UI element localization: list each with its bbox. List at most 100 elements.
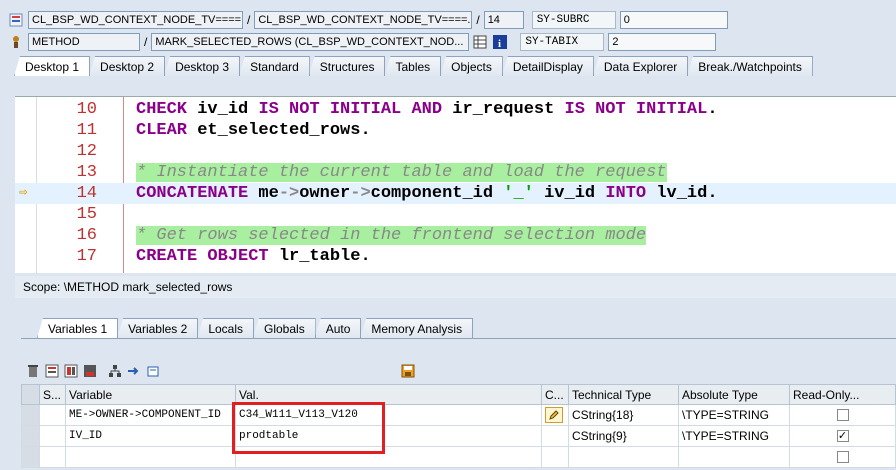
code-line[interactable]: 11 CLEAR et_selected_rows. [15, 120, 896, 141]
code-token: component_id [370, 184, 504, 203]
code-token: et_selected_rows. [197, 121, 371, 140]
line-field[interactable]: 14 [483, 11, 524, 29]
line-number: 14 [76, 184, 97, 203]
corner-cell [21, 384, 40, 405]
read-only-cell: ✓ [789, 425, 896, 447]
read-only-cell [789, 404, 896, 426]
table-row[interactable]: ME->OWNER->COMPONENT_ID C34_W111_V113_V1… [21, 404, 896, 426]
variable-cell[interactable]: ME->OWNER->COMPONENT_ID [65, 404, 236, 426]
line-number: 13 [76, 163, 97, 182]
header-technical-type[interactable]: Technical Type [568, 384, 679, 405]
class-field-2[interactable]: CL_BSP_WD_CONTEXT_NODE_TV====... [254, 11, 473, 29]
code-editor[interactable]: 10 CHECK iv_id IS NOT INITIAL AND ir_requ… [15, 96, 896, 273]
code-line[interactable]: ⇨ 14 CONCATENATE me->owner->component_id '… [15, 183, 896, 204]
code-token: lr_table. [278, 247, 371, 266]
navigate-icon[interactable] [126, 363, 142, 379]
table-row[interactable] [21, 446, 896, 468]
absolute-type-cell: \TYPE=STRING [678, 425, 790, 447]
code-token: * Instantiate the current table and load… [136, 163, 667, 182]
header-read-only[interactable]: Read-Only... [789, 384, 896, 405]
code-token: -> [278, 184, 300, 203]
read-only-checkbox[interactable] [836, 451, 849, 463]
code-token: * Get rows selected in the frontend sele… [136, 226, 647, 245]
read-only-checkbox[interactable] [836, 409, 849, 421]
svg-text:i: i [498, 38, 501, 49]
variable-cell[interactable]: IV_ID [65, 425, 236, 447]
code-line[interactable]: 12 [15, 141, 896, 162]
sysvar-value: 0 [619, 11, 728, 29]
tab-auto[interactable]: Auto [314, 318, 362, 338]
tab-breakpoints[interactable]: Break./Watchpoints [687, 56, 813, 76]
tab-objects[interactable]: Objects [440, 56, 503, 76]
save-variables-icon[interactable] [82, 363, 98, 379]
tab-locals[interactable]: Locals [197, 318, 254, 338]
hierarchy-icon[interactable] [107, 363, 123, 379]
variables-toolbar [25, 362, 416, 380]
method-icon [8, 34, 24, 50]
line-number: 12 [76, 142, 97, 161]
tab-standard[interactable]: Standard [239, 56, 310, 76]
desktop-tabs: Desktop 1 Desktop 2 Desktop 3 Standard S… [14, 56, 813, 76]
filter-icon[interactable] [145, 363, 161, 379]
change-cell[interactable] [541, 404, 569, 426]
read-only-checkbox[interactable]: ✓ [836, 430, 849, 442]
variable-cell[interactable] [65, 446, 236, 468]
save-icon[interactable] [400, 363, 416, 379]
pencil-icon[interactable] [545, 406, 563, 423]
code-token: IS NOT INITIAL [564, 100, 708, 119]
method-field[interactable]: MARK_SELECTED_ROWS (CL_BSP_WD_CONTEXT_NO… [151, 33, 470, 51]
sysvar-label-2: SY-TABIX [520, 33, 605, 51]
header-s[interactable]: S... [39, 384, 66, 405]
row-selector[interactable] [21, 425, 40, 447]
tab-memory-analysis[interactable]: Memory Analysis [360, 318, 474, 338]
code-line[interactable]: 16 * Get rows selected in the frontend se… [15, 225, 896, 246]
tab-globals[interactable]: Globals [253, 318, 316, 338]
tab-desktop-3[interactable]: Desktop 3 [164, 56, 241, 76]
tab-tables[interactable]: Tables [384, 56, 442, 76]
code-token: IS NOT INITIAL AND [258, 100, 453, 119]
line-number: 17 [76, 247, 97, 266]
tab-desktop-1[interactable]: Desktop 1 [14, 56, 91, 76]
code-token: me [258, 184, 279, 203]
code-line[interactable]: 17 CREATE OBJECT lr_table. [15, 246, 896, 267]
tab-structures[interactable]: Structures [308, 56, 386, 76]
table-header-row: S... Variable Val. C... Technical Type A… [21, 384, 896, 405]
sysvar-value-2: 2 [608, 33, 717, 51]
technical-type-cell: CString{18} [568, 404, 679, 426]
delete-icon[interactable] [25, 363, 41, 379]
class-field[interactable]: CL_BSP_WD_CONTEXT_NODE_TV====... [28, 11, 243, 29]
technical-type-cell [568, 446, 679, 468]
tab-detaildisplay[interactable]: DetailDisplay [501, 56, 594, 76]
tab-data-explorer[interactable]: Data Explorer [592, 56, 689, 76]
header-c[interactable]: C... [541, 384, 569, 405]
table-row[interactable]: IV_ID prodtable CString{9} \TYPE=STRING … [21, 425, 896, 447]
row-selector[interactable] [21, 446, 40, 468]
highlight-box [232, 402, 385, 454]
code-line[interactable]: 13 * Instantiate the current table and lo… [15, 162, 896, 183]
type-field[interactable]: METHOD [28, 33, 140, 51]
header-absolute-type[interactable]: Absolute Type [678, 384, 790, 405]
code-text: CREATE OBJECT lr_table. [136, 246, 371, 267]
info-icon[interactable]: i [492, 34, 508, 50]
class-icon [8, 12, 24, 28]
details-icon[interactable] [63, 363, 79, 379]
list-icon[interactable] [44, 363, 60, 379]
line-number: 15 [76, 205, 97, 224]
row-selector[interactable] [21, 404, 40, 426]
tab-variables-1[interactable]: Variables 1 [37, 318, 119, 338]
code-token: iv_id [197, 100, 259, 119]
code-text: * Instantiate the current table and load… [136, 162, 667, 183]
code-text: CONCATENATE me->owner->component_id '_' … [136, 183, 718, 204]
grid-icon[interactable] [472, 34, 488, 50]
tab-desktop-2[interactable]: Desktop 2 [89, 56, 166, 76]
code-line[interactable]: 10 CHECK iv_id IS NOT INITIAL AND ir_requ… [15, 99, 896, 120]
code-token: CLEAR [136, 121, 198, 140]
code-token: iv_id [544, 184, 606, 203]
header-variable[interactable]: Variable [65, 384, 236, 405]
code-token: ir_request [452, 100, 565, 119]
code-text: * Get rows selected in the frontend sele… [136, 225, 647, 246]
code-line[interactable]: 15 [15, 204, 896, 225]
header-row-1: CL_BSP_WD_CONTEXT_NODE_TV====... / CL_BS… [8, 10, 728, 30]
tab-variables-2[interactable]: Variables 2 [117, 318, 199, 338]
code-token: lv_id. [656, 184, 718, 203]
